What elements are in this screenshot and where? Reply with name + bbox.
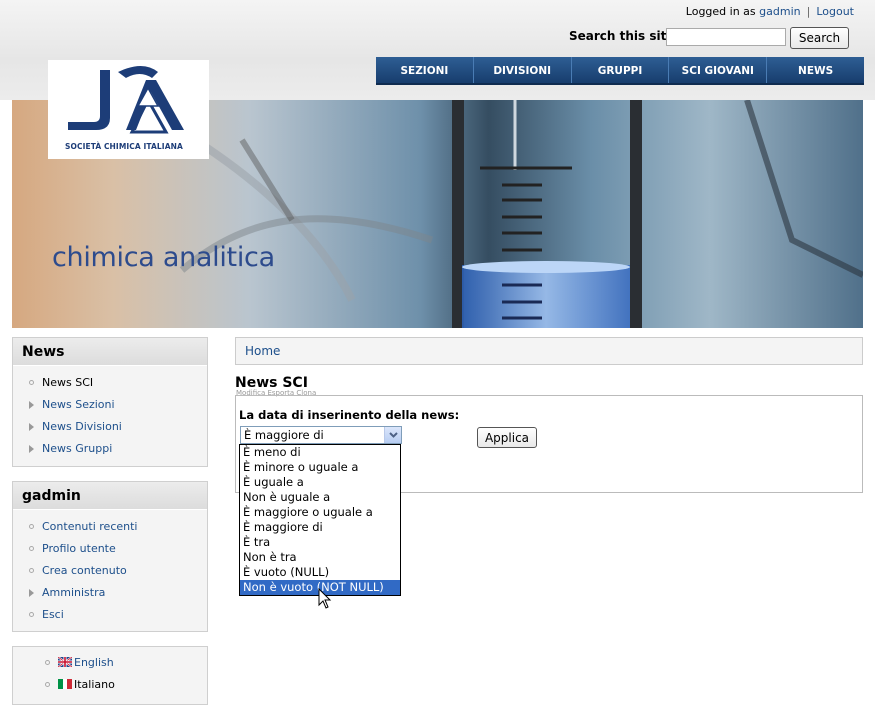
language-english[interactable]: English [13, 652, 207, 674]
site-search: Search this site: Search [569, 27, 849, 49]
language-italiano[interactable]: Italiano [13, 674, 207, 696]
bullet-icon [29, 524, 34, 529]
news-item-sci[interactable]: News SCI [13, 372, 207, 394]
expand-arrow-icon [29, 445, 34, 453]
breadcrumb: Home [235, 337, 863, 365]
bullet-icon [29, 612, 34, 617]
nav-item-news[interactable]: NEWS [767, 57, 864, 83]
banner-title: chimica analitica [52, 242, 275, 273]
dropdown-option[interactable]: È tra [240, 535, 400, 550]
news-item-sezioni[interactable]: News Sezioni [13, 394, 207, 416]
dropdown-option[interactable]: È meno di [240, 445, 400, 460]
sci-logo-icon [68, 66, 184, 134]
dropdown-option[interactable]: È uguale a [240, 475, 400, 490]
expand-arrow-icon [29, 589, 34, 597]
nav-item-sci-giovani[interactable]: SCI GIOVANI [669, 57, 768, 83]
logo-text: SOCIETÀ CHIMICA ITALIANA [65, 142, 183, 151]
user-item-crea-contenuto[interactable]: Crea contenuto [13, 560, 207, 582]
dropdown-option[interactable]: Non è tra [240, 550, 400, 565]
news-block: News News SCI News Sezioni News Division… [12, 337, 208, 467]
site-logo[interactable]: SOCIETÀ CHIMICA ITALIANA [48, 60, 209, 159]
expand-arrow-icon [29, 401, 34, 409]
search-button[interactable]: Search [790, 27, 849, 49]
user-item-amministra[interactable]: Amministra [13, 582, 207, 604]
mouse-cursor-icon [318, 588, 332, 609]
operator-dropdown-list: È meno di È minore o uguale a È uguale a… [239, 444, 401, 596]
user-block: gadmin Contenuti recenti Profilo utente … [12, 481, 208, 632]
news-block-title: News [13, 338, 207, 366]
italy-flag-icon [58, 679, 72, 689]
dropdown-option[interactable]: È maggiore o uguale a [240, 505, 400, 520]
main-nav: SEZIONI DIVISIONI GRUPPI SCI GIOVANI NEW… [376, 57, 864, 85]
uk-flag-icon [58, 657, 72, 667]
search-input[interactable] [666, 28, 786, 46]
logged-in-label: Logged in as [685, 5, 756, 18]
user-item-contenuti-recenti[interactable]: Contenuti recenti [13, 516, 207, 538]
bullet-icon [29, 546, 34, 551]
dropdown-option[interactable]: È maggiore di [240, 520, 400, 535]
bullet-icon [29, 568, 34, 573]
news-item-divisioni[interactable]: News Divisioni [13, 416, 207, 438]
news-item-gruppi[interactable]: News Gruppi [13, 438, 207, 460]
dropdown-option[interactable]: Non è uguale a [240, 490, 400, 505]
nav-item-divisioni[interactable]: DIVISIONI [474, 57, 572, 83]
breadcrumb-home[interactable]: Home [245, 344, 280, 358]
bullet-icon [45, 682, 50, 687]
user-item-esci[interactable]: Esci [13, 604, 207, 626]
language-block: English Italiano [12, 646, 208, 705]
expand-arrow-icon [29, 423, 34, 431]
date-operator-select[interactable]: È maggiore di [240, 426, 402, 444]
bullet-icon [45, 660, 50, 665]
nav-item-gruppi[interactable]: GRUPPI [572, 57, 670, 83]
logout-link[interactable]: Logout [816, 5, 854, 18]
search-label: Search this site: [569, 29, 680, 43]
dropdown-option[interactable]: È minore o uguale a [240, 460, 400, 475]
date-filter-label: La data di inserinento della news: [239, 408, 460, 422]
bullet-icon [29, 380, 34, 385]
chevron-down-icon[interactable] [384, 427, 401, 443]
nav-item-sezioni[interactable]: SEZIONI [376, 57, 474, 83]
user-block-title: gadmin [13, 482, 207, 510]
dropdown-option[interactable]: È vuoto (NULL) [240, 565, 400, 580]
user-item-profilo[interactable]: Profilo utente [13, 538, 207, 560]
apply-button[interactable]: Applica [477, 427, 537, 448]
username-link[interactable]: gadmin [759, 5, 800, 18]
user-bar: Logged in as gadmin | Logout [685, 5, 854, 18]
